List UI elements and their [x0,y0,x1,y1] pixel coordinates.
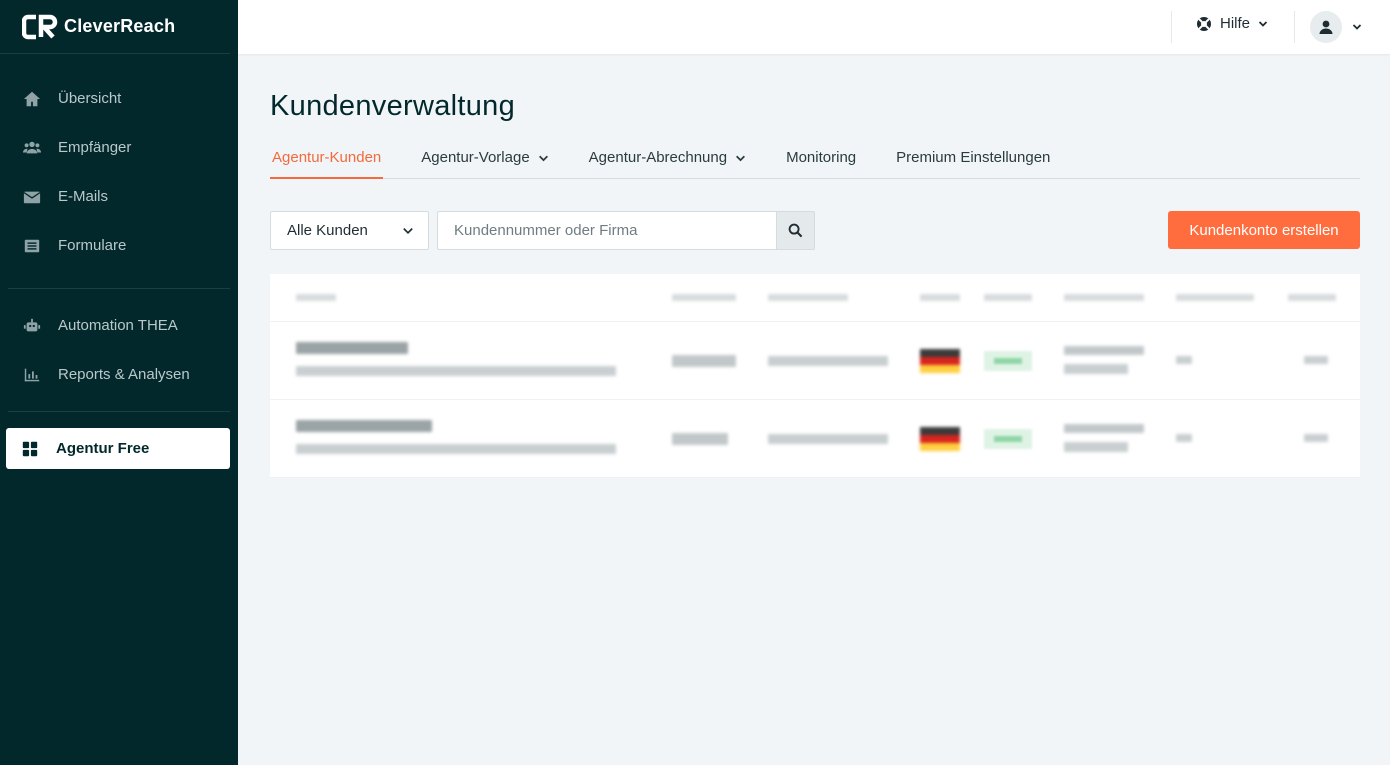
chevron-down-icon [1258,20,1268,27]
tab-agentur-kunden[interactable]: Agentur-Kunden [270,149,384,179]
status-badge [984,351,1032,371]
sidebar-item-reports[interactable]: Reports & Analysen [8,350,230,399]
topbar: Hilfe [238,0,1390,54]
main-content: Kundenverwaltung Agentur-Kunden Agentur-… [270,54,1360,478]
redacted-company-detail [296,444,616,454]
search-icon [788,223,803,238]
redacted-cell [768,356,888,366]
tab-monitoring[interactable]: Monitoring [784,149,858,179]
sidebar-item-label: Formulare [58,237,127,254]
column-header-redacted [920,294,960,301]
germany-flag-icon [920,349,960,373]
sidebar-item-label: E-Mails [58,188,109,205]
sidebar-item-label: Empfänger [58,139,132,156]
sidebar-item-agentur-free[interactable]: Agentur Free [6,428,230,469]
chevron-down-icon [403,227,413,234]
tab-label: Agentur-Abrechnung [588,149,728,166]
column-header-redacted [768,294,848,301]
sidebar: CleverReach Übersicht Empfänger E-Mails … [0,0,238,765]
table-header [270,274,1360,322]
column-header-redacted [296,294,336,301]
tab-label: Premium Einstellungen [896,149,1051,166]
chevron-down-icon [538,155,548,162]
lifebuoy-icon [1197,16,1211,31]
table-row[interactable] [270,400,1360,478]
redacted-company-name [296,342,408,354]
topbar-divider [1171,11,1172,43]
redacted-cell [1304,356,1328,364]
create-customer-account-button[interactable]: Kundenkonto erstellen [1168,211,1360,249]
tab-agentur-vorlage[interactable]: Agentur-Vorlage [419,149,550,179]
tab-agentur-abrechnung[interactable]: Agentur-Abrechnung [587,149,748,179]
tab-bar: Agentur-Kunden Agentur-Vorlage Agentur-A… [270,149,1360,179]
sidebar-item-label: Reports & Analysen [58,366,190,383]
chevron-down-icon [736,155,746,162]
redacted-cell [1064,346,1144,355]
list-icon [22,236,42,256]
redacted-cell [1176,356,1192,364]
redacted-company-name [296,420,432,432]
envelope-icon [22,187,42,207]
user-menu-button[interactable] [1310,11,1362,43]
sidebar-item-uebersicht[interactable]: Übersicht [8,74,230,123]
sidebar-item-emails[interactable]: E-Mails [8,172,230,221]
germany-flag-icon [920,427,960,451]
customer-filter-select[interactable]: Alle Kunden [270,211,429,250]
help-label: Hilfe [1220,15,1251,32]
status-badge [984,429,1032,449]
sidebar-item-label: Automation THEA [58,317,178,334]
filter-toolbar: Alle Kunden Kundenkonto erstellen [270,211,1360,250]
robot-icon [22,316,42,336]
column-header-redacted [1288,294,1336,301]
topbar-divider [1294,11,1295,43]
home-icon [22,89,42,109]
grid-icon [20,439,40,459]
nav-group-automation: Automation THEA Reports & Analysen [8,289,230,412]
search-button[interactable] [776,211,815,250]
search-input[interactable] [437,211,777,250]
redacted-cell [1176,434,1192,442]
select-value: Alle Kunden [287,222,368,239]
tab-label: Agentur-Vorlage [421,149,530,166]
column-header-redacted [672,294,736,301]
brand-logo[interactable]: CleverReach [0,0,230,54]
brand-name: CleverReach [64,16,176,36]
bar-chart-icon [22,365,42,385]
column-header-redacted [984,294,1032,301]
sidebar-item-formulare[interactable]: Formulare [8,221,230,270]
nav-group-main: Übersicht Empfänger E-Mails Formulare [8,54,230,289]
sidebar-item-label: Agentur Free [56,440,150,457]
customer-table [270,274,1360,478]
redacted-cell [672,433,728,445]
tab-premium-einstellungen[interactable]: Premium Einstellungen [894,149,1052,179]
user-icon [1319,20,1333,34]
sidebar-item-automation-thea[interactable]: Automation THEA [8,301,230,350]
avatar [1310,11,1342,43]
nav-group-agency: Agentur Free [6,412,230,487]
redacted-cell [1064,424,1144,433]
table-row[interactable] [270,322,1360,400]
redacted-cell [1304,434,1328,442]
redacted-cell [672,355,736,367]
cleverreach-logo-icon [21,14,58,40]
sidebar-item-label: Übersicht [58,90,122,107]
help-menu-button[interactable]: Hilfe [1196,15,1276,32]
users-icon [22,138,42,158]
tab-label: Monitoring [786,149,857,166]
sidebar-item-empfaenger[interactable]: Empfänger [8,123,230,172]
redacted-cell [768,434,888,444]
redacted-cell [1064,364,1128,374]
column-header-redacted [1064,294,1144,301]
tab-label: Agentur-Kunden [272,149,382,166]
redacted-cell [1064,442,1128,452]
page-title: Kundenverwaltung [270,90,516,122]
redacted-company-detail [296,366,616,376]
chevron-down-icon [1352,24,1362,30]
column-header-redacted [1176,294,1254,301]
